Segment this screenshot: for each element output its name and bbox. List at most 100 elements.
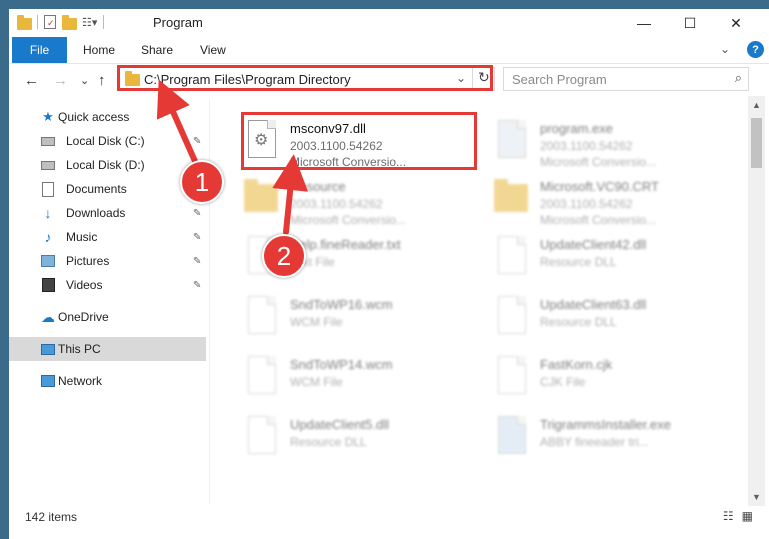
- file-name: Resource: [290, 179, 346, 194]
- callout-step-1: 1: [180, 160, 224, 204]
- file-detail: WCM File: [290, 375, 343, 389]
- properties-icon[interactable]: ✓: [44, 15, 56, 29]
- sidebar-item-videos[interactable]: Videos ✎: [9, 273, 206, 297]
- search-box[interactable]: Search Program ⌕: [503, 67, 749, 91]
- sidebar-item-label: Local Disk (D:): [66, 158, 145, 172]
- up-button[interactable]: ↑: [98, 72, 106, 89]
- item-count: 142 items: [25, 510, 78, 524]
- file-explorer-window: ✓ ☷▾ Program — ☐ ✕ File Home Share View …: [9, 9, 769, 539]
- file-item-updateclient63[interactable]: UpdateClient63.dll Resource DLL: [476, 288, 726, 344]
- help-icon[interactable]: ?: [747, 41, 764, 58]
- navigation-pane: ★ Quick access Local Disk (C:) ✎ Local D…: [9, 99, 206, 499]
- file-name: UpdateClient42.dll: [540, 237, 647, 252]
- back-button[interactable]: ←: [24, 72, 39, 89]
- expand-ribbon-button[interactable]: ⌄: [720, 42, 730, 56]
- sidebar-item-label: This PC: [58, 342, 101, 356]
- file-name: UpdateClient63.dll: [540, 297, 647, 312]
- sidebar-item-label: Network: [58, 374, 103, 388]
- details-view-icon[interactable]: ☷: [723, 509, 734, 523]
- refresh-icon[interactable]: ↻: [478, 69, 492, 87]
- computer-icon: [41, 342, 55, 356]
- file-item-resource-folder[interactable]: Resource 2003.1100.54262 Microsoft Conve…: [226, 170, 476, 227]
- blank-file-icon: [494, 356, 530, 396]
- sidebar-item-quick-access[interactable]: ★ Quick access: [9, 105, 206, 129]
- file-item-sndtowp14[interactable]: SndToWP14.wcm WCM File: [226, 348, 476, 404]
- cloud-icon: ☁: [41, 308, 55, 325]
- folder-icon: [494, 178, 530, 218]
- file-detail: CJK File: [540, 375, 586, 389]
- address-bar[interactable]: C:\Program Files\Program Directory ⌄ ↻: [117, 67, 495, 91]
- callout-step-2: 2: [262, 234, 306, 278]
- sidebar-item-onedrive[interactable]: ☁ OneDrive: [9, 305, 206, 329]
- file-item-trigramms-installer[interactable]: TrigrammsInstaller.exe ABBY fineeader tr…: [476, 408, 726, 464]
- dll-gear-icon: [494, 296, 530, 336]
- scroll-up-icon[interactable]: ▲: [752, 100, 761, 110]
- file-name: SndToWP16.wcm: [290, 297, 393, 312]
- sidebar-item-documents[interactable]: Documents: [9, 177, 206, 201]
- file-name: SndToWP14.wcm: [290, 357, 393, 372]
- file-detail: ABBY fineeader tri...: [540, 435, 649, 449]
- file-detail: 2003.1100.54262: [540, 139, 633, 153]
- large-icons-view-icon[interactable]: ▦: [742, 509, 753, 523]
- close-button[interactable]: ✕: [713, 9, 759, 37]
- pictures-icon: [41, 254, 55, 268]
- sidebar-item-label: Videos: [66, 278, 103, 292]
- address-path[interactable]: C:\Program Files\Program Directory: [144, 72, 351, 87]
- file-detail: Resource DLL: [290, 435, 367, 449]
- drive-icon: [41, 158, 55, 172]
- vertical-scrollbar[interactable]: ▲ ▼: [748, 96, 765, 506]
- blank-file-icon: [244, 356, 280, 396]
- exe-icon: [494, 120, 530, 160]
- scroll-down-icon[interactable]: ▼: [752, 492, 761, 502]
- sidebar-item-music[interactable]: ♪ Music ✎: [9, 225, 206, 249]
- sidebar-item-local-disk-c[interactable]: Local Disk (C:) ✎: [9, 129, 206, 153]
- window-title: Program: [153, 15, 203, 30]
- customize-toolbar-icon[interactable]: ☷▾: [82, 16, 97, 29]
- folder-icon: [17, 15, 32, 30]
- videos-icon: [41, 278, 55, 292]
- toolbar-separator: [37, 15, 38, 29]
- file-detail: 2003.1100.54262: [290, 197, 383, 211]
- file-item-updateclient5[interactable]: UpdateClient5.dll Resource DLL: [226, 408, 476, 464]
- sidebar-item-network[interactable]: Network: [9, 369, 206, 393]
- file-name: FastKorn.cjk: [540, 357, 613, 372]
- recent-locations-button[interactable]: ⌄: [80, 74, 89, 87]
- tab-share[interactable]: Share: [141, 37, 173, 63]
- pin-icon: ✎: [193, 279, 202, 291]
- file-detail: Microsoft Conversio...: [540, 155, 657, 169]
- maximize-button[interactable]: ☐: [667, 9, 713, 37]
- sidebar-item-label: Quick access: [58, 110, 130, 124]
- forward-button[interactable]: →: [53, 72, 68, 89]
- sidebar-item-downloads[interactable]: ↓ Downloads ✎: [9, 201, 206, 225]
- tab-file[interactable]: File: [12, 37, 67, 63]
- sidebar-item-local-disk-d[interactable]: Local Disk (D:): [9, 153, 206, 177]
- sidebar-item-pictures[interactable]: Pictures ✎: [9, 249, 206, 273]
- sidebar-item-this-pc[interactable]: This PC: [9, 337, 206, 361]
- sidebar-item-label: OneDrive: [58, 310, 109, 324]
- star-icon: ★: [42, 109, 54, 124]
- pin-icon: ✎: [193, 207, 202, 219]
- quick-access-toolbar: ✓ ☷▾: [17, 15, 105, 30]
- minimize-button[interactable]: —: [621, 9, 667, 37]
- file-item-program-exe[interactable]: program.exe 2003.1100.54262 Microsoft Co…: [476, 112, 726, 169]
- file-item-fastkorn[interactable]: FastKorn.cjk CJK File: [476, 348, 726, 404]
- tab-view[interactable]: View: [200, 37, 226, 63]
- search-icon: ⌕: [734, 70, 742, 85]
- tab-home[interactable]: Home: [83, 37, 115, 63]
- download-icon: ↓: [44, 205, 52, 221]
- documents-icon: [41, 181, 55, 197]
- address-dropdown-icon[interactable]: ⌄: [456, 71, 466, 85]
- file-item-sndtowp16[interactable]: SndToWP16.wcm WCM File: [226, 288, 476, 344]
- new-folder-icon[interactable]: [62, 15, 77, 30]
- search-input[interactable]: Search Program: [512, 72, 607, 87]
- file-name: Microsoft.VC90.CRT: [540, 179, 659, 194]
- file-item-vc90-folder[interactable]: Microsoft.VC90.CRT 2003.1100.54262 Micro…: [476, 170, 726, 227]
- file-detail: Microsoft Conversio...: [290, 213, 407, 227]
- sidebar-item-label: Music: [66, 230, 98, 244]
- status-bar: 142 items ☷ ▦: [9, 505, 769, 527]
- installer-icon: [494, 416, 530, 456]
- file-name: Help.fineReader.txt: [290, 237, 401, 252]
- scroll-thumb[interactable]: [751, 118, 762, 168]
- file-item-updateclient42[interactable]: UpdateClient42.dll Resource DLL: [476, 228, 726, 284]
- folder-icon: [244, 178, 280, 218]
